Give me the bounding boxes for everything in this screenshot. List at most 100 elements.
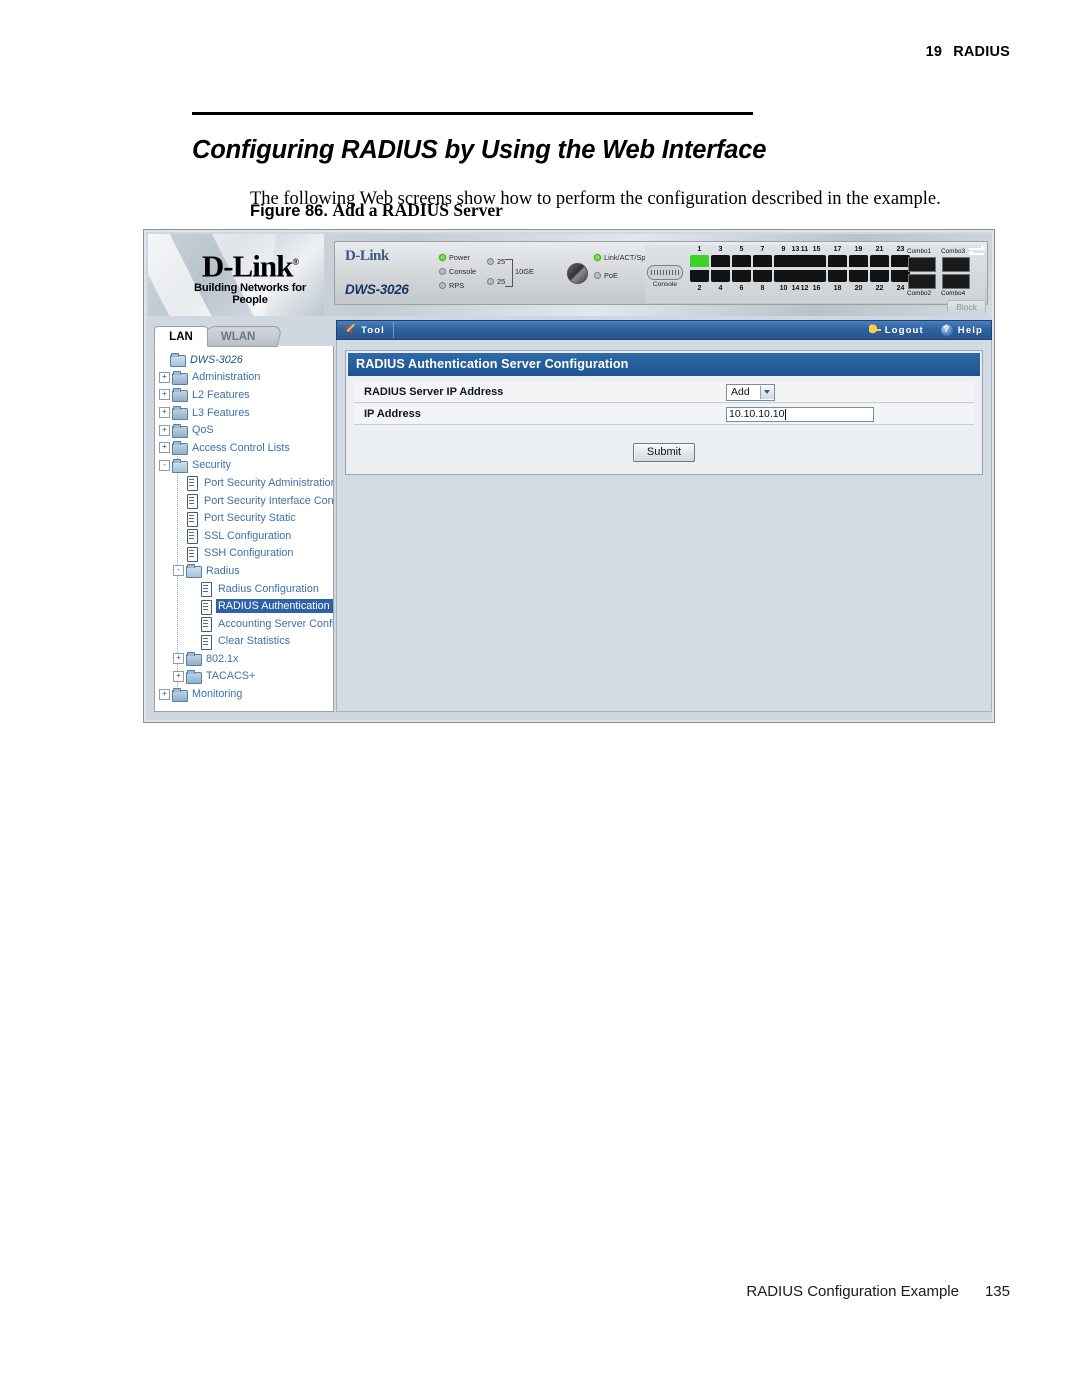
tab-lan[interactable]: LAN xyxy=(154,326,208,347)
rj45-jack-icon xyxy=(690,270,709,282)
tab-wlan[interactable]: WLAN xyxy=(201,326,283,347)
logo-wordmark: D-Link® xyxy=(202,247,299,281)
folder-icon xyxy=(186,652,202,667)
port-number: 13 xyxy=(791,246,800,253)
nav-item-access-control-lists[interactable]: + Access Control Lists xyxy=(157,439,333,457)
expand-icon[interactable]: + xyxy=(159,688,170,700)
expand-icon[interactable]: + xyxy=(173,670,184,682)
ip-address-input[interactable]: 10.10.10.10 xyxy=(726,406,874,422)
ten-ge-brace xyxy=(505,259,513,287)
nav-item-port-security-administration[interactable]: Port Security Administration xyxy=(157,474,333,492)
tool-button[interactable]: Tool xyxy=(337,321,393,339)
dlink-logo: D-Link® Building Networks for People xyxy=(176,247,324,306)
nav-item-802-1x[interactable]: +802.1x xyxy=(157,650,333,668)
nav-item-label: Security xyxy=(192,459,232,472)
collapse-icon[interactable]: - xyxy=(159,459,170,471)
nav-item-label: RADIUS Authentication Server Configurati… xyxy=(216,599,333,614)
nav-item-label: Radius xyxy=(206,564,240,577)
block-tab[interactable]: Block xyxy=(947,300,986,313)
led-label: Power xyxy=(449,253,470,262)
nav-item-label: SSH Configuration xyxy=(204,547,294,560)
nav-item-security[interactable]: - Security xyxy=(157,457,333,475)
navigation-tree[interactable]: DWS-3026 + Administration + L2 Features + L3 F… xyxy=(154,346,334,712)
port-number: 20 xyxy=(854,285,863,292)
radius-server-action-select[interactable]: Add xyxy=(726,383,775,401)
nav-item-label: DWS-3026 xyxy=(190,353,243,366)
led-indicator-icon xyxy=(487,258,494,265)
expand-icon[interactable]: + xyxy=(159,371,170,383)
nav-item-monitoring[interactable]: + Monitoring xyxy=(157,685,333,703)
rj45-jack-icon xyxy=(786,270,805,282)
radius-auth-panel: RADIUS Authentication Server Configurati… xyxy=(345,350,983,475)
document-icon xyxy=(184,529,199,545)
collapse-icon[interactable]: - xyxy=(173,565,184,577)
row-field: 10.10.10.10 xyxy=(654,406,974,422)
folder-icon xyxy=(172,388,188,403)
nav-item-port-security-interface-configuration[interactable]: Port Security Interface Configuration xyxy=(157,492,333,510)
port-number: 1 xyxy=(697,246,702,253)
rj45-jack-icon xyxy=(807,255,826,267)
rj45-jack-icon xyxy=(828,270,847,282)
logout-button[interactable]: Logout xyxy=(861,321,932,339)
expand-icon[interactable]: + xyxy=(159,407,170,419)
console-port-icon xyxy=(647,265,683,280)
port-numbers-top-right: 13 15 17 19 21 23 xyxy=(785,246,911,253)
document-icon xyxy=(184,511,199,527)
nav-item-radius-authentication-server-configuration[interactable]: RADIUS Authentication Server Configurati… xyxy=(157,597,333,615)
port-number: 14 xyxy=(791,285,800,292)
nav-item-tacacs[interactable]: + TACACS+ xyxy=(157,668,333,686)
nav-item-radius[interactable]: - Radius xyxy=(157,562,333,580)
nav-item-ssl-configuration[interactable]: SSL Configuration xyxy=(157,527,333,545)
nav-item-clear-statistics[interactable]: Clear Statistics xyxy=(157,633,333,651)
led-label: Console xyxy=(449,267,477,276)
nav-item-dws-3026[interactable]: DWS-3026 xyxy=(157,351,333,369)
nav-item-label: Administration xyxy=(192,371,261,384)
nav-item-qos[interactable]: + QoS xyxy=(157,421,333,439)
port-number: 2 xyxy=(697,285,702,292)
rj45-jack-icon xyxy=(753,255,772,267)
chevron-down-icon[interactable] xyxy=(759,385,774,399)
lan-wlan-tabs: WLAN LAN xyxy=(154,326,334,347)
device-brand: D-Link xyxy=(345,248,389,264)
expand-icon[interactable]: + xyxy=(173,653,184,665)
port-number: 15 xyxy=(812,246,821,253)
folder-icon xyxy=(186,669,202,684)
expand-icon[interactable]: + xyxy=(159,424,170,436)
led-indicator-icon xyxy=(439,268,446,275)
help-button[interactable]: ? Help xyxy=(932,321,991,339)
led-label: RPS xyxy=(449,281,465,290)
folder-icon xyxy=(172,441,188,456)
nav-item-port-security-static[interactable]: Port Security Static xyxy=(157,509,333,527)
nav-item-accounting-server-configuration[interactable]: Accounting Server Configuration xyxy=(157,615,333,633)
console-port-label: Console xyxy=(652,281,678,288)
nav-item-l2-features[interactable]: + L2 Features xyxy=(157,386,333,404)
document-icon xyxy=(184,476,199,492)
nav-item-label: SSL Configuration xyxy=(204,529,292,542)
folder-icon xyxy=(172,406,188,421)
footer-text: RADIUS Configuration Example xyxy=(746,1283,959,1300)
tool-label: Tool xyxy=(361,324,385,336)
figure-screenshot: D-Link® Building Networks for People D-L… xyxy=(143,229,995,723)
led-port25-b: 25 xyxy=(487,277,505,286)
nav-item-label: Access Control Lists xyxy=(192,441,290,454)
text-caret xyxy=(785,408,787,420)
stacking-arrows-icon xyxy=(968,244,986,260)
nav-item-administration[interactable]: + Administration xyxy=(157,369,333,387)
expand-icon[interactable]: + xyxy=(159,389,170,401)
submit-button[interactable]: Submit xyxy=(632,443,696,462)
nav-item-label: L2 Features xyxy=(192,388,250,401)
nav-item-ssh-configuration[interactable]: SSH Configuration xyxy=(157,545,333,563)
port-jacks-top-right xyxy=(786,255,910,267)
nav-item-l3-features[interactable]: + L3 Features xyxy=(157,404,333,422)
nav-item-radius-configuration[interactable]: Radius Configuration xyxy=(157,580,333,598)
key-icon xyxy=(868,324,881,336)
led-rps: RPS xyxy=(439,281,464,290)
rj45-jack-icon xyxy=(786,255,805,267)
section-rule xyxy=(192,112,753,115)
folder-icon xyxy=(172,423,188,438)
port-number: 16 xyxy=(812,285,821,292)
expand-icon[interactable]: + xyxy=(159,442,170,454)
